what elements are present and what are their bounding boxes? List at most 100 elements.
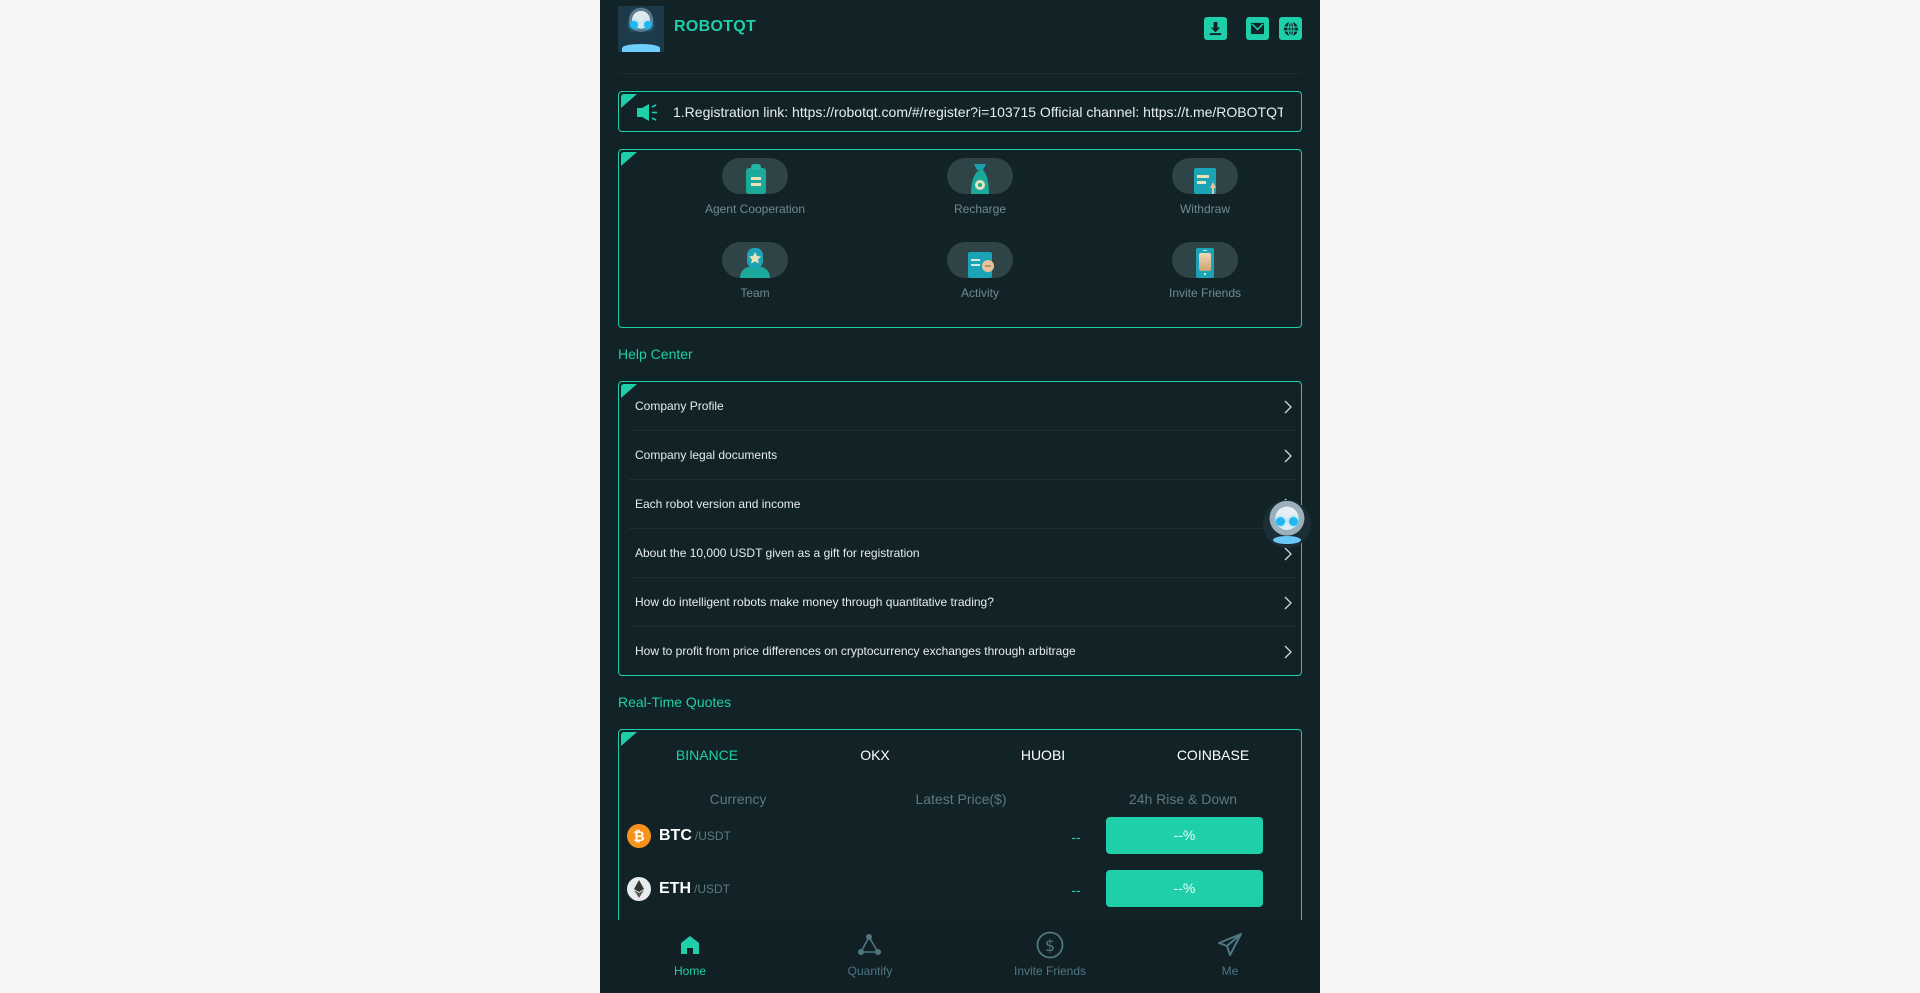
help-item-label: About the 10,000 USDT given as a gift fo… [635,546,920,560]
help-item-label: Each robot version and income [635,497,801,511]
robot-eye-left [1276,517,1285,526]
help-item-label: How do intelligent robots make money thr… [635,595,994,609]
help-center-list: Company Profile Company legal documents … [618,381,1302,676]
quote-change-badge: --% [1106,870,1263,907]
help-item-arbitrage[interactable]: How to profit from price differences on … [629,627,1295,676]
help-item-label: How to profit from price differences on … [635,644,1076,658]
chevron-right-icon [1284,596,1292,610]
nav-home[interactable]: Home [600,928,780,978]
help-item-label: Company Profile [635,399,724,413]
chevron-right-icon [1284,400,1292,414]
home-icon [681,936,699,954]
help-center-title: Help Center [618,346,693,362]
help-item-company-profile[interactable]: Company Profile [629,382,1295,431]
tab-huobi[interactable]: HUOBI [983,747,1103,763]
money-bag-icon [947,158,1013,194]
nav-quantify[interactable]: Quantify [780,928,960,978]
symbol-text: BTC [659,827,692,844]
quote-price: -- [1071,829,1081,845]
feature-label: Withdraw [1179,202,1230,216]
tab-coinbase[interactable]: COINBASE [1153,747,1273,763]
globe-icon [1283,20,1298,37]
app-viewport: ROBOTQT 1.Registration link: https://rob… [600,0,1320,993]
activity-icon [947,242,1013,278]
feature-label: Recharge [953,202,1007,216]
announcement-text: 1.Registration link: https://robotqt.com… [673,104,1283,120]
nav-label: Me [1221,964,1239,978]
top-header: ROBOTQT [618,6,1302,52]
quote-row-eth[interactable]: ETH/USDT -- --% [619,870,1303,908]
page-scroll-area[interactable]: ROBOTQT 1.Registration link: https://rob… [600,0,1320,920]
chevron-right-icon [1284,547,1292,561]
nav-label: Invite Friends [1013,964,1087,978]
panel-corner-decoration [621,732,637,746]
quote-price: -- [1071,882,1081,898]
customer-service-robot-button[interactable] [1263,500,1311,548]
help-item-quantitative-trading[interactable]: How do intelligent robots make money thr… [629,578,1295,627]
feature-invite-friends[interactable]: Invite Friends [1125,242,1285,300]
feature-recharge[interactable]: Recharge [900,158,1060,216]
agent-cooperation-icon [722,158,788,194]
feature-label: Activity [960,286,999,300]
robot-logo[interactable] [618,6,664,52]
tab-binance[interactable]: BINANCE [647,747,767,763]
feature-activity[interactable]: Activity [900,242,1060,300]
feature-label: Invite Friends [1168,286,1242,300]
quotes-panel: BINANCE OKX HUOBI COINBASE Currency Late… [618,729,1302,920]
help-item-registration-gift[interactable]: About the 10,000 USDT given as a gift fo… [629,529,1295,578]
chevron-right-icon [1284,645,1292,659]
nav-invite-friends[interactable]: $ Invite Friends [960,928,1140,978]
brand-name: ROBOTQT [674,18,757,35]
help-item-legal-documents[interactable]: Company legal documents [629,431,1295,480]
ethereum-icon [627,877,651,901]
header-divider [618,73,1302,74]
column-header-currency: Currency [709,791,767,807]
chevron-right-icon [1284,449,1292,463]
phone-icon [1172,242,1238,278]
robot-base [1273,536,1301,544]
quote-change-badge: --% [1106,817,1263,854]
quote-symbol: ETH/USDT [659,880,730,898]
nav-label: Quantify [847,964,893,978]
quote-row-btc[interactable]: ₿ BTC/USDT -- --% [619,817,1303,855]
bottom-navigation: Home Quantify $ Invite Friends Me [600,920,1320,993]
download-button[interactable] [1204,17,1227,40]
announcement-bar[interactable]: 1.Registration link: https://robotqt.com… [618,91,1302,132]
withdraw-icon [1172,158,1238,194]
language-button[interactable] [1279,17,1302,40]
help-item-robot-version[interactable]: Each robot version and income [629,480,1295,529]
help-item-label: Company legal documents [635,448,778,462]
nav-me[interactable]: Me [1140,928,1320,978]
quotes-title: Real-Time Quotes [618,694,732,710]
column-header-price: Latest Price($) [915,791,1007,807]
feature-label: Agent Cooperation [704,202,806,216]
team-icon [722,242,788,278]
symbol-text: ETH [659,880,691,897]
feature-team[interactable]: Team [675,242,835,300]
feature-withdraw[interactable]: Withdraw [1125,158,1285,216]
dollar-circle-icon: $ [1036,931,1064,959]
mail-icon [1251,22,1264,35]
network-icon [858,934,881,955]
panel-corner-decoration [621,94,637,108]
logo-eye-right [644,21,652,29]
quote-symbol: BTC/USDT [659,827,731,845]
download-icon [1209,21,1222,36]
feature-label: Team [740,286,770,300]
mail-button[interactable] [1246,17,1269,40]
pair-text: /USDT [694,882,730,896]
speaker-icon [637,104,657,121]
svg-text:$: $ [1045,936,1055,955]
logo-eye-left [630,21,638,29]
pair-text: /USDT [694,829,731,843]
bitcoin-icon: ₿ [627,824,651,848]
paper-plane-icon [1218,933,1242,956]
feature-agent-cooperation[interactable]: Agent Cooperation [675,158,835,216]
nav-label: Home [673,964,706,978]
column-header-change: 24h Rise & Down [1128,791,1238,807]
feature-grid: Agent Cooperation Recharge Withdraw Team… [618,149,1302,328]
tab-okx[interactable]: OKX [815,747,935,763]
panel-corner-decoration [621,152,637,166]
logo-base [622,44,660,52]
svg-text:₿: ₿ [633,829,644,845]
